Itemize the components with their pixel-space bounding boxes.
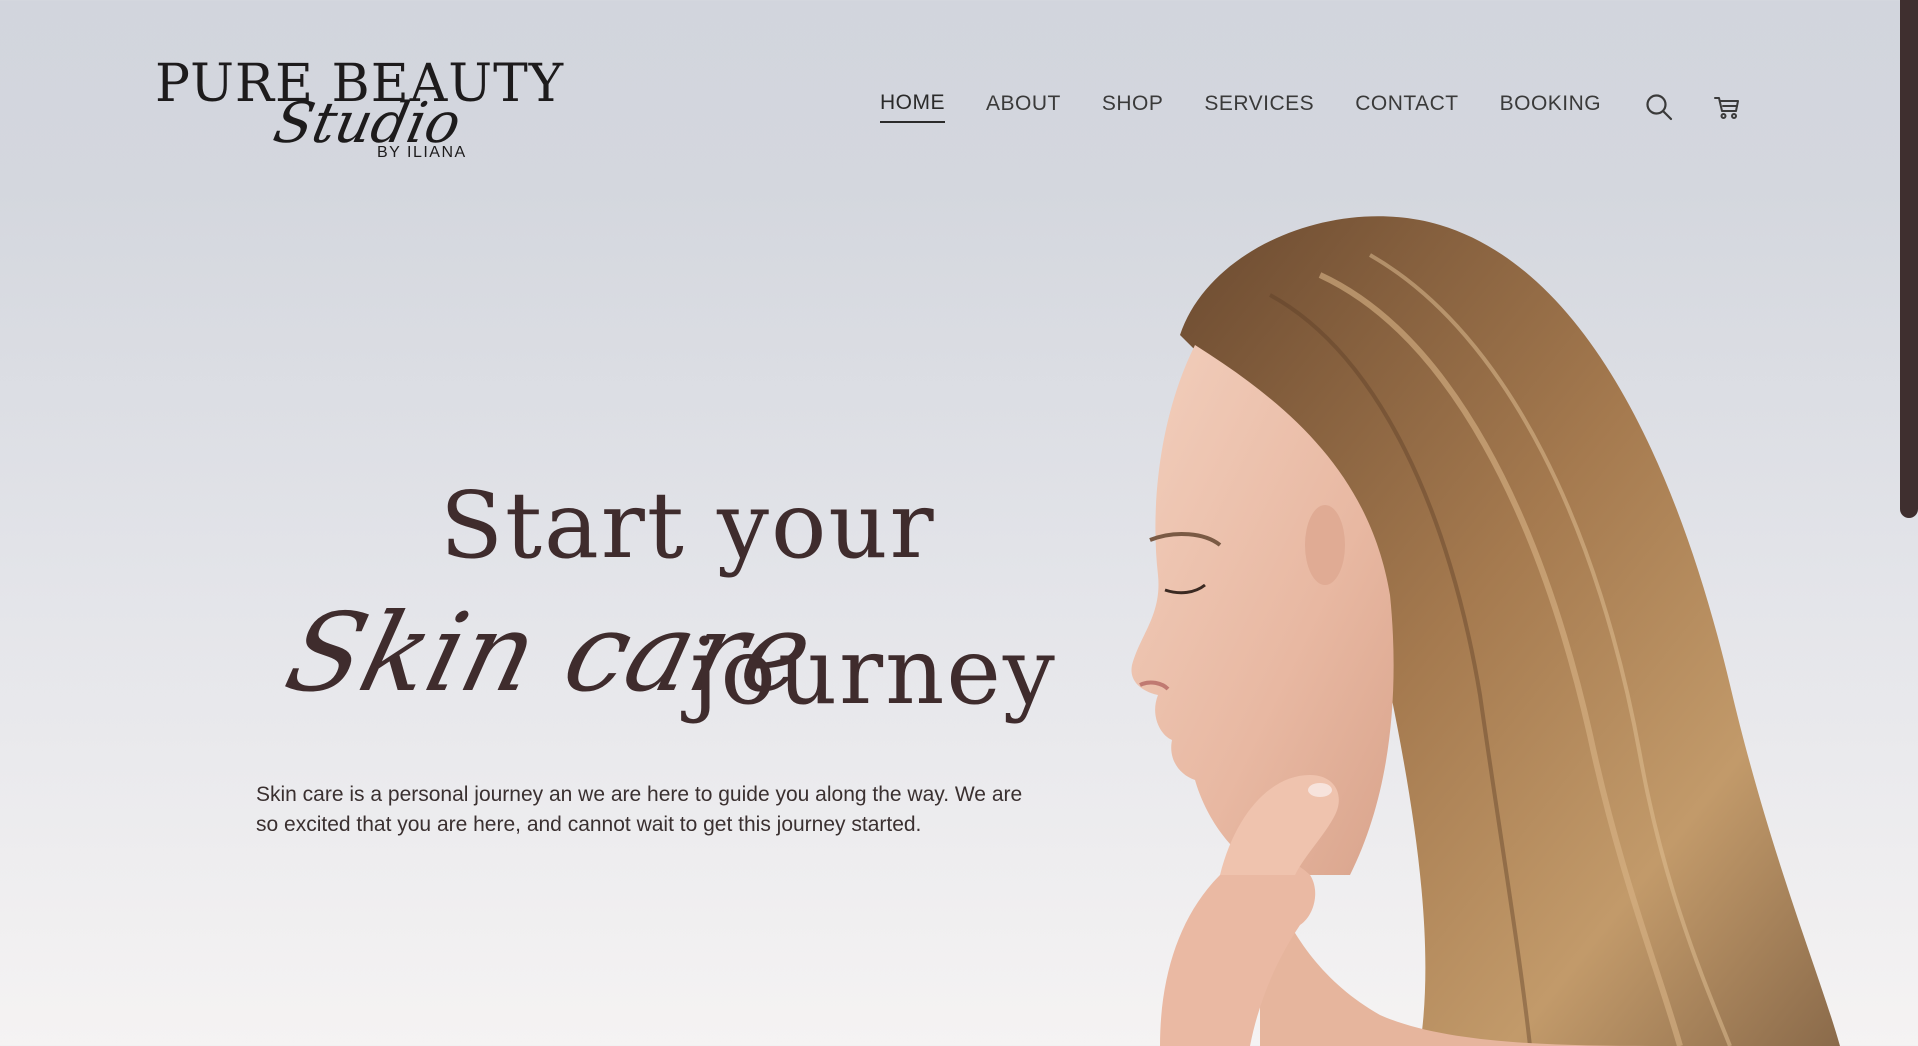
main-nav: HOME ABOUT SHOP SERVICES CONTACT BOOKING bbox=[880, 90, 1778, 124]
nav-about[interactable]: ABOUT bbox=[986, 92, 1061, 122]
scrollbar-thumb[interactable] bbox=[1900, 0, 1918, 518]
nav-contact[interactable]: CONTACT bbox=[1355, 92, 1458, 122]
hero-title-line1: Start your bbox=[440, 472, 936, 579]
brand-byline: BY ILIANA bbox=[377, 144, 467, 161]
nav-services[interactable]: SERVICES bbox=[1204, 92, 1314, 122]
search-icon[interactable] bbox=[1642, 90, 1676, 124]
hero-portrait-image bbox=[1120, 215, 1860, 1046]
nav-booking[interactable]: BOOKING bbox=[1500, 92, 1602, 122]
nav-home[interactable]: HOME bbox=[880, 91, 945, 123]
cart-icon[interactable] bbox=[1710, 90, 1744, 124]
hero-description: Skin care is a personal journey an we ar… bbox=[256, 783, 1023, 836]
brand-logo[interactable]: PURE BEAUTY Studio BY ILIANA bbox=[155, 58, 563, 168]
page-scrollbar[interactable] bbox=[1900, 0, 1918, 1046]
hero-title-line2: journey bbox=[690, 618, 1057, 725]
nav-shop[interactable]: SHOP bbox=[1102, 92, 1164, 122]
